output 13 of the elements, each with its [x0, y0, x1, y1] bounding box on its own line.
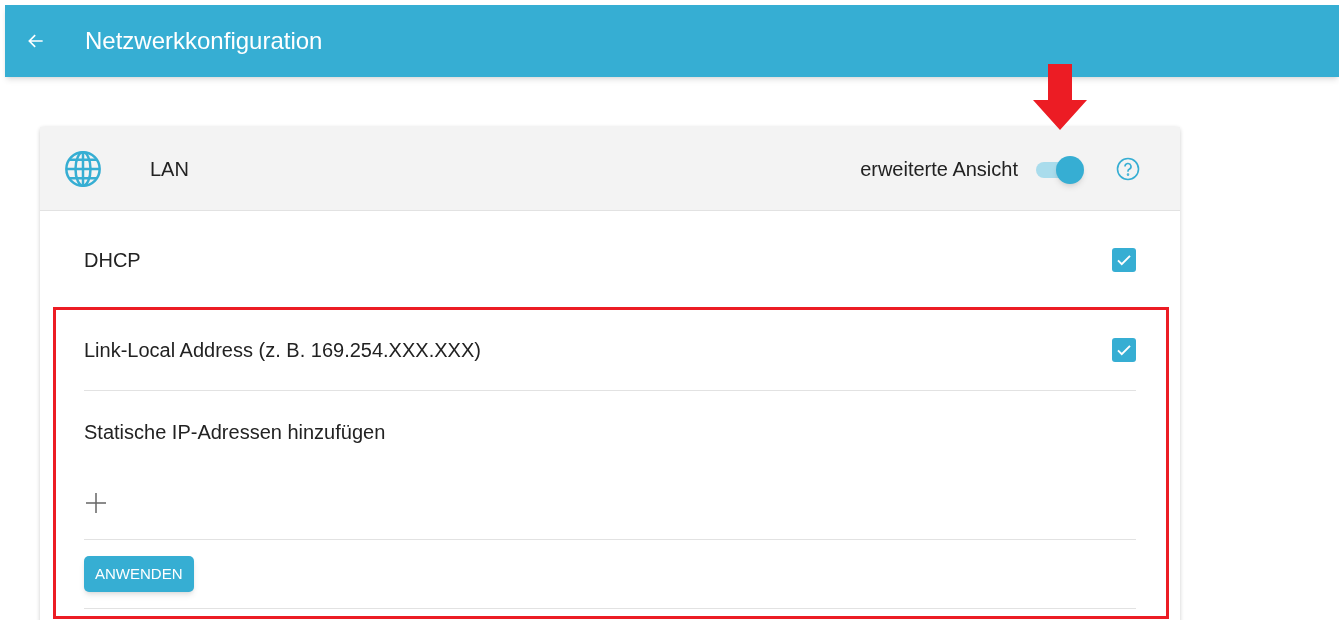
- card-title: LAN: [150, 156, 189, 182]
- add-icon[interactable]: [84, 491, 108, 515]
- globe-icon: [63, 148, 103, 189]
- page-title: Netzwerkkonfiguration: [85, 26, 323, 56]
- help-icon[interactable]: [1116, 156, 1140, 181]
- option-label: Link-Local Address (z. B. 169.254.XXX.XXX): [84, 337, 481, 363]
- option-label: DHCP: [84, 248, 141, 273]
- section-label: Statische IP-Adressen hinzufügen: [84, 420, 387, 445]
- down-arrow-annotation: [1033, 64, 1087, 130]
- apply-button[interactable]: ANWENDEN: [84, 556, 194, 592]
- toggle-label: erweiterte Ansicht: [860, 156, 1018, 182]
- checkbox[interactable]: [1112, 248, 1136, 272]
- checkbox[interactable]: [1112, 337, 1136, 362]
